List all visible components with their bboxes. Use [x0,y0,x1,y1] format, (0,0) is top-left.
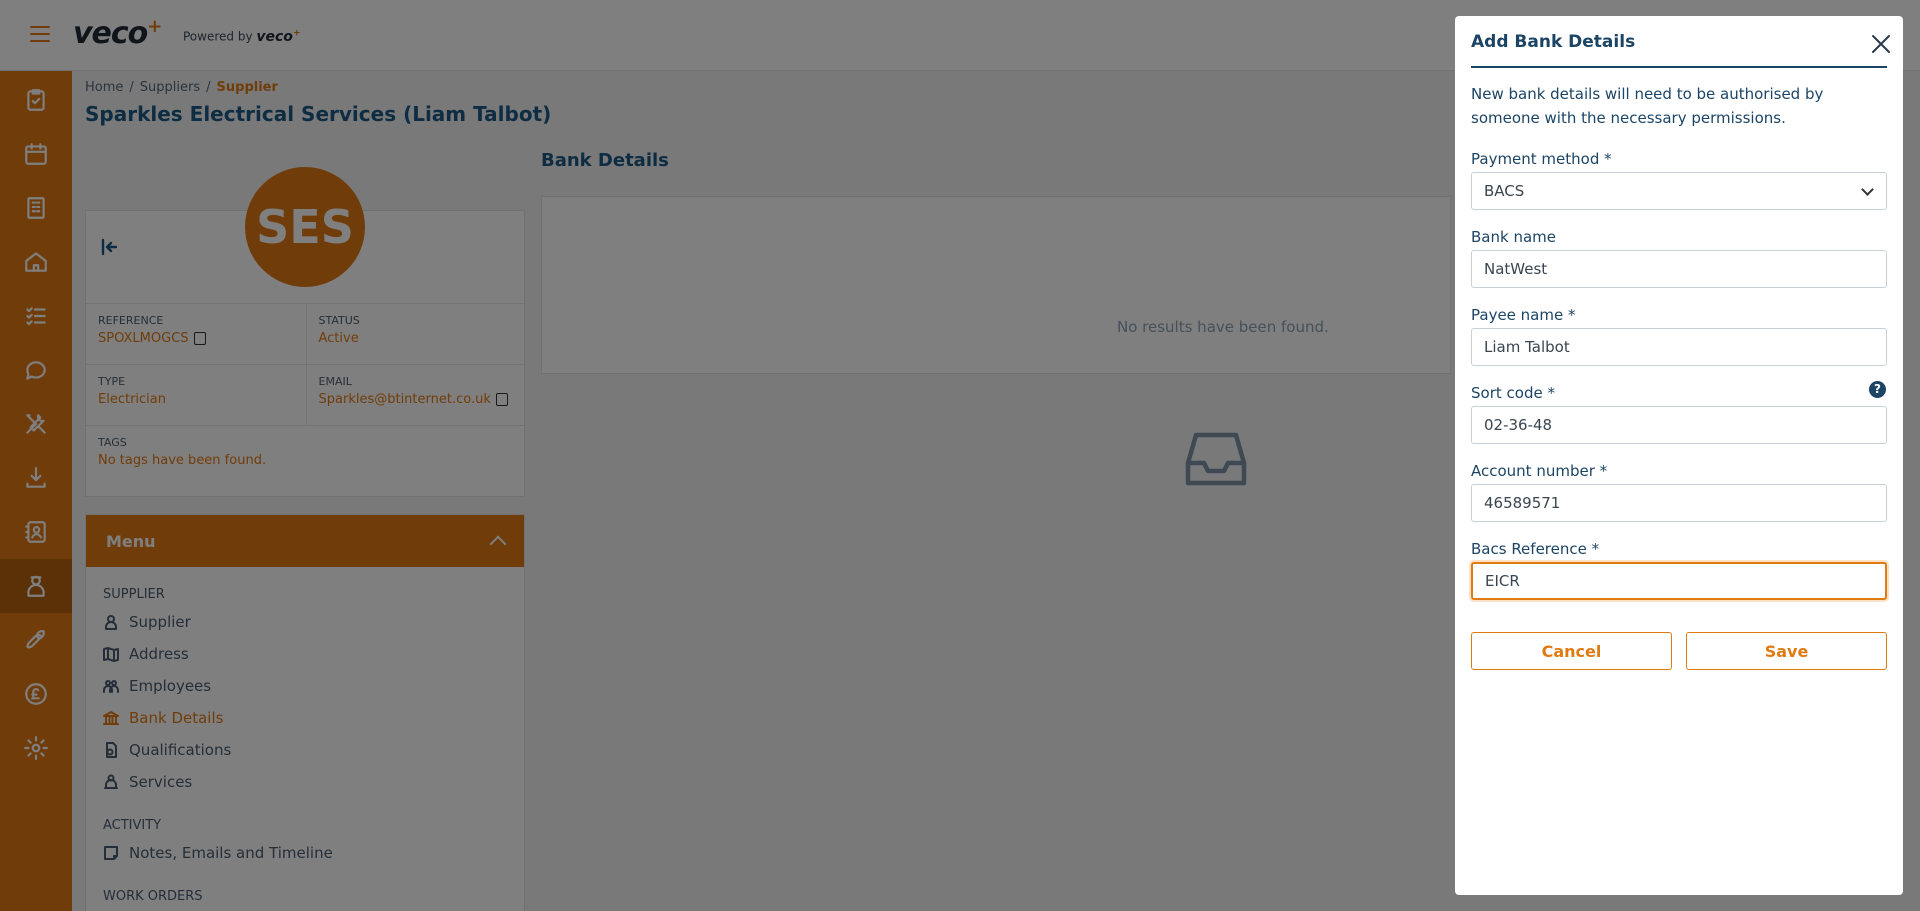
chevron-down-icon [1861,183,1874,196]
help-icon[interactable]: ? [1869,381,1886,398]
account-number-label: Account number * [1471,462,1608,480]
bank-name-label: Bank name [1471,228,1556,246]
payment-method-select[interactable]: BACS [1471,172,1887,210]
sort-code-input[interactable]: 02-36-48 [1471,406,1887,444]
cancel-button[interactable]: Cancel [1471,632,1672,670]
sort-code-label: Sort code * [1471,384,1555,402]
modal-title: Add Bank Details [1471,32,1636,52]
modal-divider [1471,66,1887,68]
payee-name-input[interactable]: Liam Talbot [1471,328,1887,366]
account-number-input[interactable]: 46589571 [1471,484,1887,522]
close-icon[interactable] [1870,33,1892,55]
bacs-reference-label: Bacs Reference * [1471,540,1600,558]
payee-name-label: Payee name * [1471,306,1576,324]
modal-description: New bank details will need to be authori… [1471,85,1824,127]
payment-method-label: Payment method * [1471,150,1612,168]
add-bank-details-modal: Add Bank Details New bank details will n… [1455,16,1903,895]
bacs-reference-input[interactable]: EICR [1471,562,1887,600]
save-button[interactable]: Save [1686,632,1887,670]
bank-name-input[interactable]: NatWest [1471,250,1887,288]
